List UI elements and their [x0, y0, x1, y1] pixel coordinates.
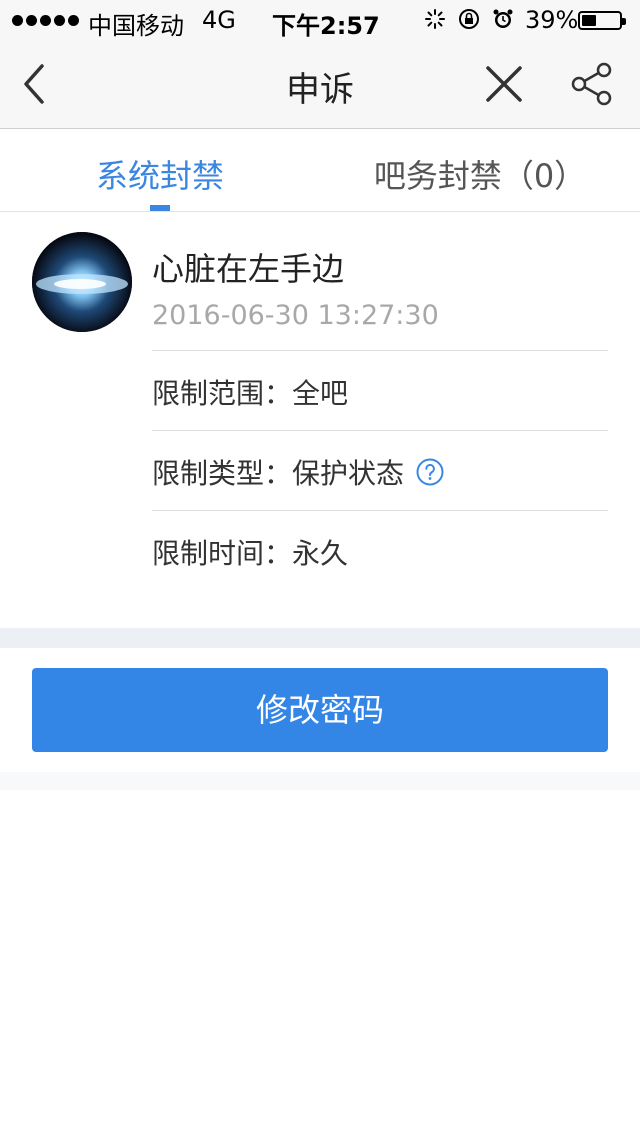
restriction-type-value: 保护状态 — [292, 457, 405, 490]
restriction-duration-value: 永久 — [292, 537, 349, 570]
tab-forum-ban[interactable]: 吧务封禁（0） — [320, 151, 640, 197]
restriction-duration-label: 限制时间： — [152, 537, 293, 570]
status-time: 下午2:57 — [272, 12, 380, 40]
tab-bar: 系统封禁 吧务封禁（0） — [0, 129, 640, 212]
status-bar: 中国移动 4G 下午2:57 39% — [0, 0, 640, 40]
page-title: 申诉 — [286, 70, 354, 110]
battery-percent: 39% — [525, 6, 579, 34]
change-password-button[interactable]: 修改密码 — [32, 668, 608, 752]
restriction-scope-row: 限制范围： 全吧 — [152, 372, 348, 412]
divider — [152, 510, 608, 511]
restriction-duration-row: 限制时间： 永久 — [152, 532, 348, 572]
restriction-scope-value: 全吧 — [292, 377, 349, 410]
share-icon[interactable] — [570, 62, 614, 106]
footer-band — [0, 772, 640, 790]
nav-bar: 申诉 — [0, 40, 640, 129]
username: 心脏在左手边 — [152, 250, 345, 288]
question-circle-icon[interactable] — [416, 458, 444, 486]
restriction-scope-label: 限制范围： — [152, 377, 293, 410]
section-separator — [0, 628, 640, 648]
divider — [152, 350, 608, 351]
ban-record-card: 心脏在左手边 2016-06-30 13:27:30 限制范围： 全吧 限制类型… — [0, 212, 640, 626]
activity-spinner-icon — [425, 9, 445, 29]
action-area: 修改密码 — [0, 648, 640, 772]
avatar[interactable] — [32, 232, 132, 332]
ban-timestamp: 2016-06-30 13:27:30 — [152, 300, 439, 331]
restriction-type-row: 限制类型： 保护状态 — [152, 452, 444, 492]
carrier-name: 中国移动 — [88, 12, 184, 40]
close-icon[interactable] — [482, 62, 526, 106]
restriction-type-label: 限制类型： — [152, 457, 293, 490]
signal-strength-icon — [12, 8, 82, 32]
rotation-lock-icon — [459, 9, 479, 29]
network-type: 4G — [202, 6, 236, 34]
battery-icon — [578, 11, 626, 30]
divider — [152, 430, 608, 431]
alarm-icon — [493, 9, 513, 28]
tab-system-ban[interactable]: 系统封禁 — [0, 151, 320, 197]
active-tab-indicator — [150, 205, 170, 211]
avatar-image — [32, 232, 132, 332]
